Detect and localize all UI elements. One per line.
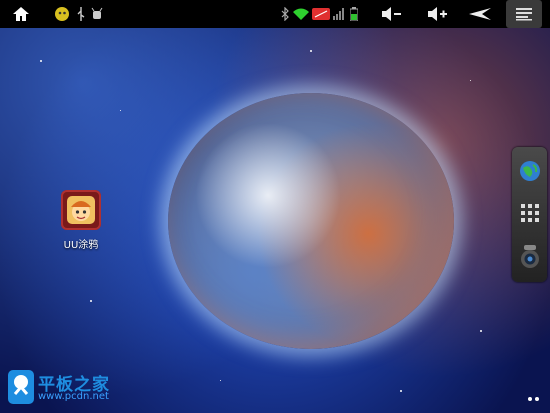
home-screen: UU涂鸦 平板之家 www.pcdn.net — [0, 0, 550, 413]
watermark-url: www.pcdn.net — [38, 391, 109, 402]
android-debug-icon — [89, 0, 105, 28]
app-label[interactable]: UU涂鸦 — [52, 236, 110, 251]
wifi-icon — [292, 0, 310, 28]
volume-up-icon[interactable] — [424, 0, 452, 28]
watermark-logo-icon — [8, 370, 34, 404]
star — [40, 60, 42, 62]
app-drawer-grid-icon[interactable] — [512, 193, 547, 233]
app-notification-icon[interactable] — [52, 0, 72, 28]
star — [220, 380, 221, 381]
uu-doodle-app-icon[interactable] — [61, 190, 101, 230]
usb-icon — [73, 0, 89, 28]
star — [480, 330, 482, 332]
more-dots-icon[interactable] — [526, 388, 542, 401]
camera-icon[interactable] — [512, 237, 547, 277]
battery-icon — [347, 0, 361, 28]
signal-icon — [311, 0, 331, 28]
volume-down-icon[interactable] — [378, 0, 406, 28]
home-icon[interactable] — [8, 0, 34, 28]
star — [310, 50, 312, 52]
star — [120, 110, 121, 111]
star — [90, 300, 92, 302]
wallpaper-planet — [168, 93, 454, 349]
right-dock — [512, 147, 547, 282]
browser-globe-icon[interactable] — [512, 151, 547, 191]
bluetooth-icon — [279, 0, 291, 28]
watermark: 平板之家 www.pcdn.net — [4, 368, 134, 410]
menu-icon[interactable] — [506, 0, 542, 28]
star — [470, 80, 471, 81]
back-icon[interactable] — [466, 0, 494, 28]
star — [400, 390, 402, 392]
status-bar — [0, 0, 550, 28]
signal-bars-icon — [332, 0, 346, 28]
